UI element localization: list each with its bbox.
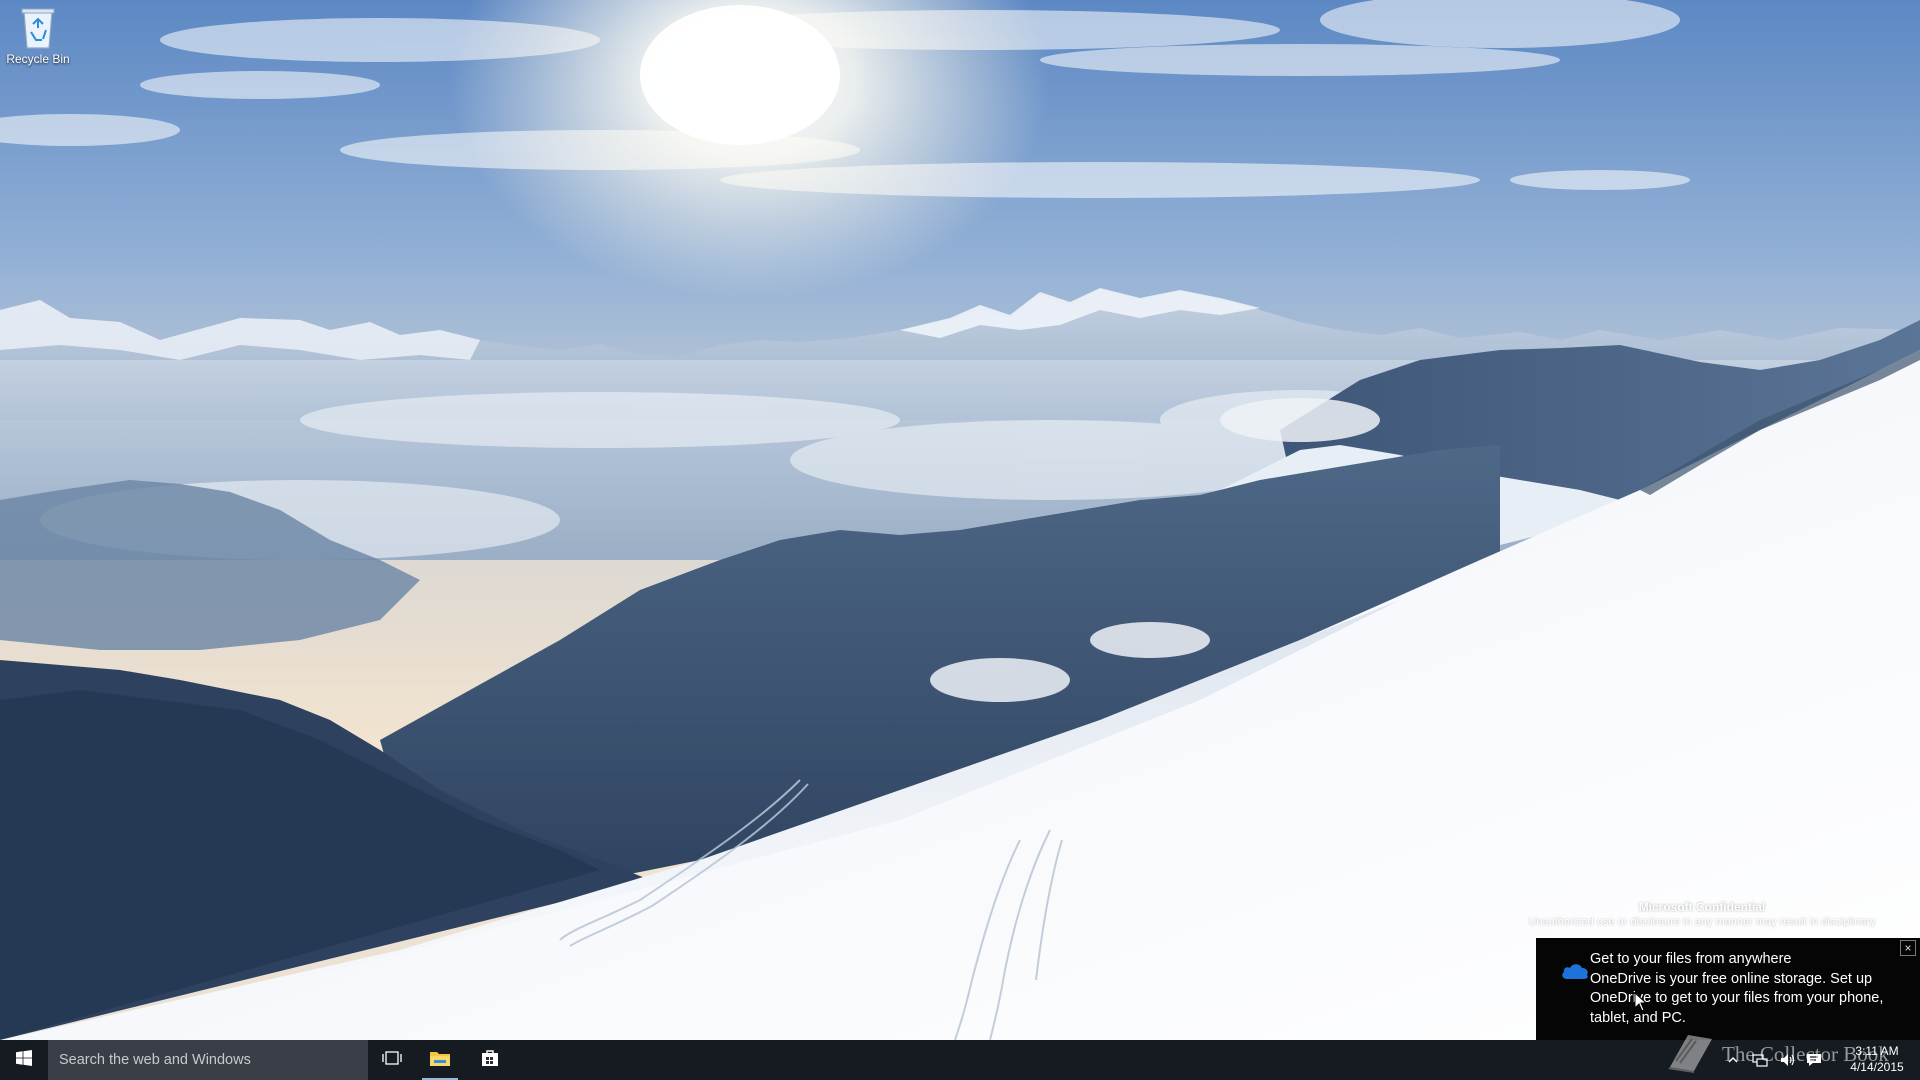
action-center-icon[interactable] bbox=[1806, 1052, 1822, 1068]
mouse-cursor-icon bbox=[1634, 991, 1648, 1012]
toast-close-button[interactable]: × bbox=[1900, 940, 1916, 956]
file-explorer-button[interactable] bbox=[416, 1040, 464, 1080]
folder-icon bbox=[429, 1049, 451, 1072]
desktop-icon-recycle-bin[interactable]: Recycle Bin bbox=[2, 6, 74, 66]
onedrive-toast-notification[interactable]: Get to your files from anywhere OneDrive… bbox=[1536, 938, 1920, 1040]
task-view-button[interactable] bbox=[368, 1040, 416, 1080]
network-icon[interactable] bbox=[1752, 1052, 1768, 1068]
watermark-title: Microsoft Confidential bbox=[1638, 900, 1766, 914]
start-button[interactable] bbox=[0, 1040, 48, 1080]
windows-logo-icon bbox=[16, 1049, 32, 1071]
store-bag-icon bbox=[481, 1049, 499, 1072]
clock-date: 4/14/2015 bbox=[1850, 1060, 1904, 1074]
confidential-watermark: Microsoft Confidential Unauthorized use … bbox=[1502, 900, 1902, 930]
volume-icon[interactable] bbox=[1779, 1052, 1795, 1068]
desktop-wallpaper bbox=[0, 0, 1920, 1040]
task-view-icon bbox=[382, 1050, 402, 1071]
onedrive-cloud-icon bbox=[1560, 960, 1590, 982]
wallpaper-image bbox=[0, 0, 1920, 1040]
clock-time: 3:11 AM bbox=[1855, 1044, 1899, 1058]
system-clock[interactable]: 3:11 AM 4/14/2015 bbox=[1842, 1043, 1912, 1075]
toast-heading: Get to your files from anywhere bbox=[1590, 951, 1792, 967]
chevron-up-icon[interactable] bbox=[1725, 1052, 1741, 1068]
recycle-bin-icon bbox=[19, 6, 57, 50]
watermark-body: Unauthorized use or disclosure in any ma… bbox=[1528, 916, 1876, 928]
taskbar: Search the web and Windows 3:11 AM 4/14/… bbox=[0, 1040, 1920, 1080]
search-input[interactable]: Search the web and Windows bbox=[48, 1040, 368, 1080]
desktop-icon-label: Recycle Bin bbox=[6, 52, 70, 66]
store-button[interactable] bbox=[466, 1040, 514, 1080]
